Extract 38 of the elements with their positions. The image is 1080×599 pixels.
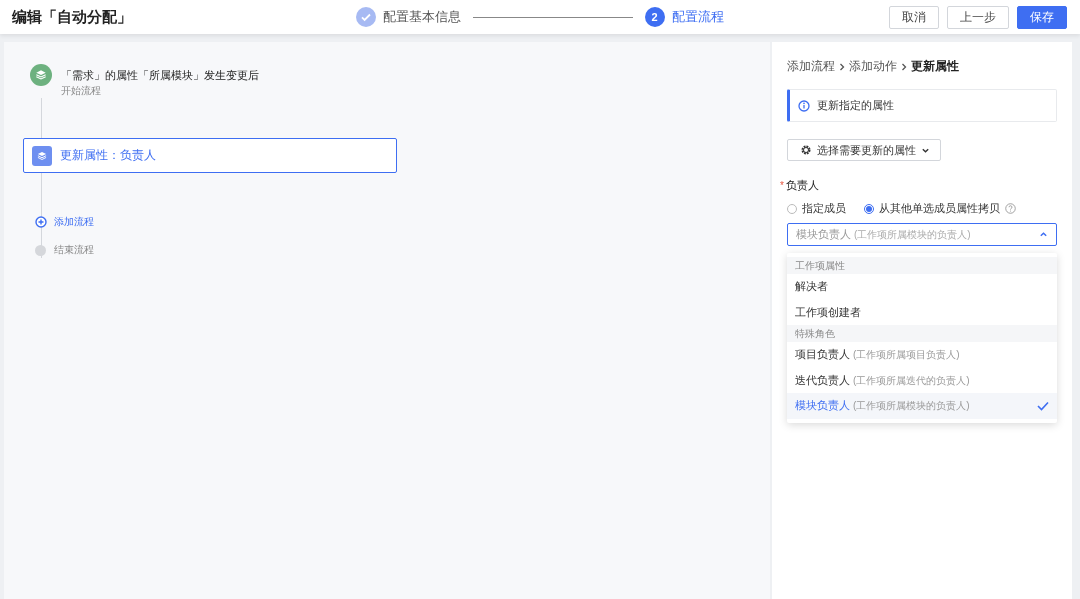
group-header: 特殊角色 — [787, 325, 1057, 342]
end-flow-label: 结束流程 — [54, 243, 94, 257]
plus-circle-icon[interactable] — [35, 216, 47, 228]
save-button[interactable]: 保存 — [1017, 5, 1067, 29]
dropdown-option[interactable]: 迭代负责人 (工作项所属迭代的负责人) — [787, 367, 1057, 393]
required-mark: * — [780, 180, 784, 191]
dropdown-option[interactable]: 解决者 — [787, 274, 1057, 300]
chevron-icon — [839, 62, 845, 71]
header-button[interactable]: 上一步 — [947, 5, 1009, 29]
trigger-title: 「需求」的属性「所属模块」发生变更后 — [61, 68, 259, 83]
trigger-subtitle: 开始流程 — [61, 84, 102, 98]
settings-icon — [800, 144, 812, 156]
add-flow-link[interactable]: 添加流程 — [54, 215, 94, 229]
group-header: 工作项属性 — [787, 257, 1057, 274]
select-attribute-button[interactable]: 选择需要更新的属性 — [787, 139, 941, 161]
check-icon — [1037, 400, 1049, 411]
radio-label[interactable]: 从其他单选成员属性拷贝 — [879, 201, 1000, 216]
info-text: 更新指定的属性 — [817, 98, 894, 113]
layers-icon — [30, 64, 52, 86]
step-number: 2 — [644, 7, 665, 27]
layers-icon — [32, 145, 52, 166]
dropdown-option[interactable]: 模块负责人 (工作项所属模块的负责人) — [787, 393, 1057, 419]
caret-up-icon — [1039, 230, 1048, 239]
dropdown-option[interactable]: 工作项创建者 — [787, 299, 1057, 325]
breadcrumb-link[interactable]: 添加动作 — [849, 58, 897, 75]
chevron-icon — [901, 62, 907, 71]
action-card[interactable]: 更新属性：负责人 — [23, 138, 397, 173]
breadcrumb-link[interactable]: 添加流程 — [787, 58, 835, 75]
breadcrumb-current: 更新属性 — [911, 58, 959, 75]
step-label: 配置流程 — [671, 8, 724, 26]
page-title: 编辑「自动分配」 — [12, 7, 133, 27]
radio-label[interactable]: 指定成员 — [802, 201, 846, 216]
field-label: 负责人 — [785, 178, 819, 193]
header-button[interactable]: 取消 — [889, 5, 939, 29]
step-label: 配置基本信息 — [382, 8, 461, 26]
info-icon — [798, 99, 810, 112]
dropdown-option[interactable]: 项目负责人 (工作项所属项目负责人) — [787, 342, 1057, 368]
action-label: 更新属性：负责人 — [60, 148, 156, 163]
